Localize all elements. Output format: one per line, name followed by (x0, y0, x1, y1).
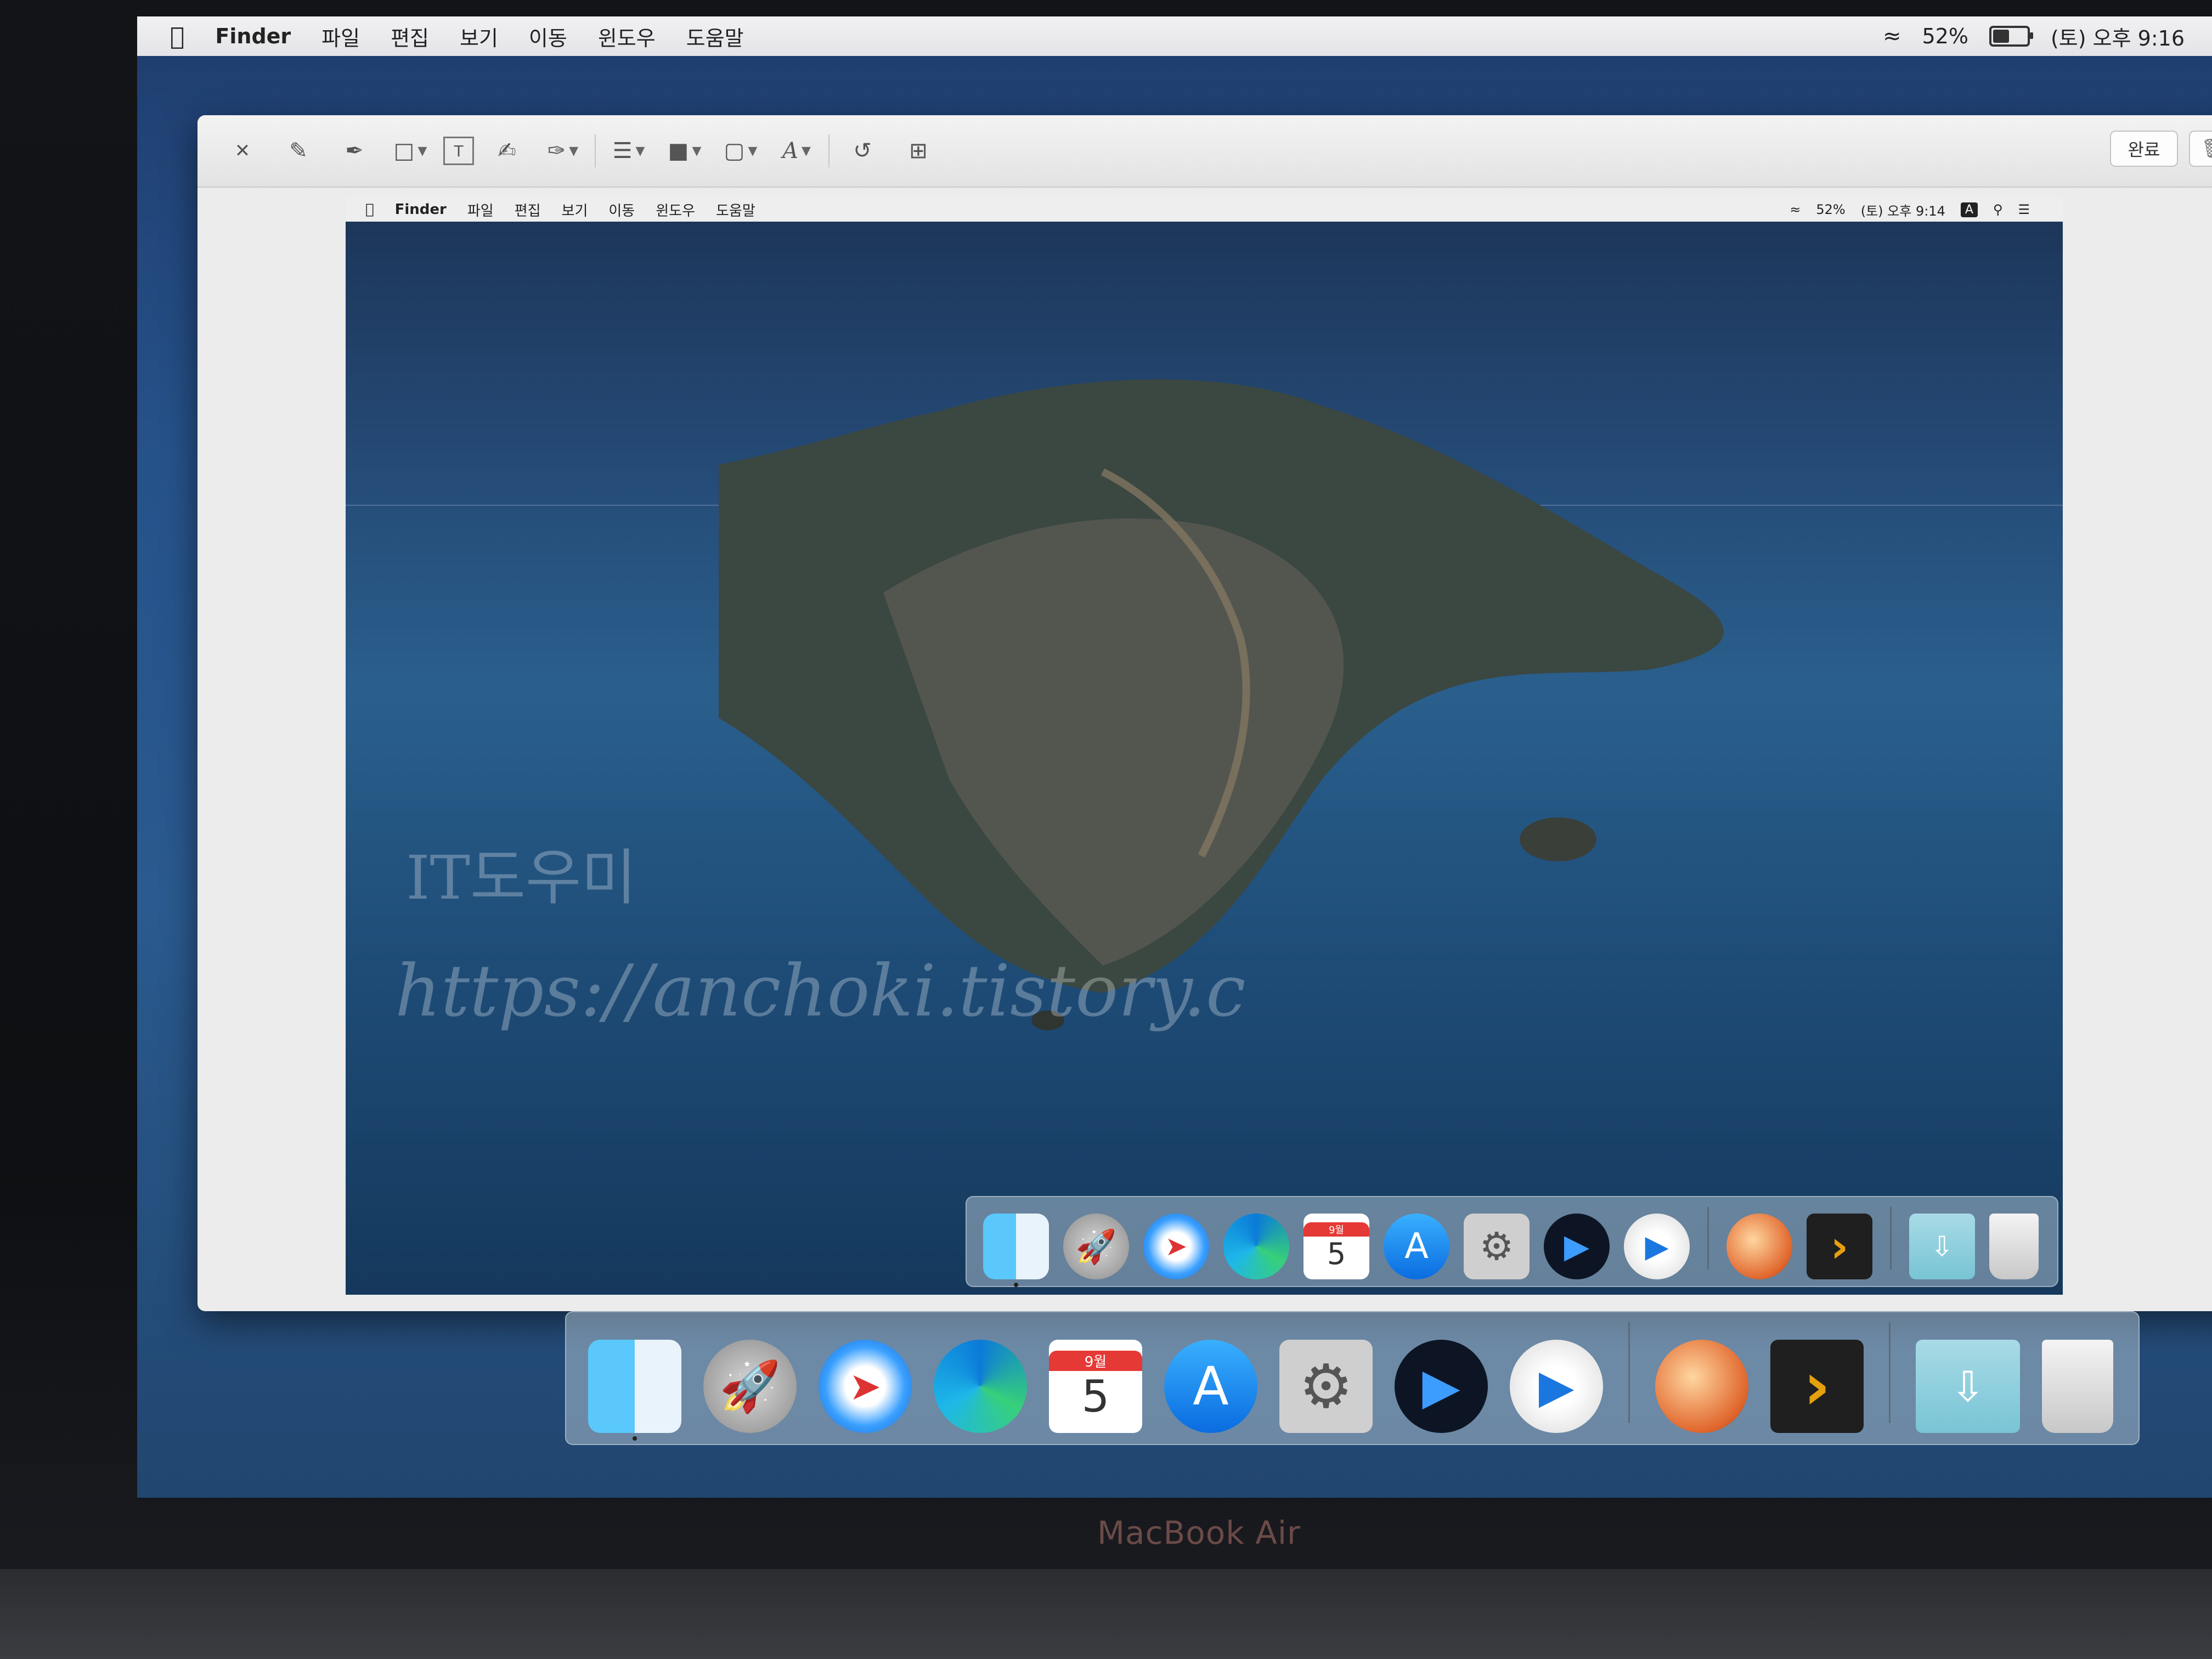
finder-icon (983, 1214, 1049, 1287)
chevron-down-icon: ▼ (635, 144, 645, 158)
wifi-icon[interactable]: ≈ (1883, 24, 1901, 49)
inner-menu-edit: 편집 (506, 202, 541, 219)
dock-separator (1889, 1322, 1891, 1423)
markup-window: ✕ ✎ ✒ □▼ T ✍ ✑▼ ☰▼ ■▼ ▢▼ A▼ ↺ ⊞ 완료 🗑 (198, 115, 2212, 1311)
system-preferences-icon: ⚙ (1464, 1214, 1530, 1279)
text-icon[interactable]: T (443, 137, 474, 165)
keyboard-edge (0, 1569, 2212, 1659)
media-player-icon: ▶ (1544, 1214, 1610, 1279)
menu-file[interactable]: 파일 (321, 21, 360, 52)
text-style-icon[interactable]: A ▼ (774, 132, 820, 170)
system-preferences-icon[interactable]: ⚙ (1279, 1340, 1373, 1433)
edge-icon[interactable] (934, 1340, 1027, 1433)
menu-help[interactable]: 도움말 (686, 21, 744, 52)
downloads-folder-icon: ⇩ (1909, 1214, 1975, 1279)
sketch-icon[interactable]: ✎ (275, 132, 321, 170)
app-store-icon: A (1384, 1214, 1449, 1279)
inner-dock: 🚀 ➤ 9월 5 A ⚙ ▶ ▶ › ⇩ (966, 1196, 2058, 1287)
device-brand-label: MacBook Air (1097, 1514, 1301, 1551)
rotate-icon[interactable]: ↺ (839, 132, 885, 170)
inner-menu-window: 윈도우 (647, 202, 695, 219)
app-store-icon[interactable]: A (1164, 1340, 1257, 1433)
plex-icon[interactable]: › (1770, 1340, 1864, 1433)
inner-menu-file: 파일 (459, 202, 494, 219)
laptop-bezel:  Finder 파일 편집 보기 이동 윈도우 도움말 ≈ 52% (토) 오… (0, 0, 2212, 1659)
running-indicator (633, 1436, 637, 1441)
inner-list-icon: ☰ (2018, 202, 2030, 217)
chevron-down-icon: ▼ (692, 144, 702, 158)
draw-icon[interactable]: ✒ (331, 132, 377, 170)
edge-icon (1223, 1214, 1289, 1279)
inner-menu-view: 보기 (552, 202, 588, 219)
inner-menu-bar:  Finder 파일 편집 보기 이동 윈도우 도움말 ≈ 52% (토) 오… (346, 198, 2063, 222)
menu-go[interactable]: 이동 (529, 21, 567, 52)
calendar-month: 9월 (1049, 1351, 1142, 1371)
screenshot-preview:  Finder 파일 편집 보기 이동 윈도우 도움말 ≈ 52% (토) 오… (346, 198, 2063, 1295)
inner-search-icon: ⚲ (1993, 202, 2003, 217)
menu-window[interactable]: 윈도우 (598, 21, 656, 52)
input-source-badge: A (1960, 202, 1978, 217)
safari-icon[interactable]: ➤ (819, 1340, 912, 1433)
chevron-down-icon: ▼ (748, 144, 758, 158)
inner-menu-go: 이동 (600, 202, 635, 219)
dock: 🚀 ➤ 9월 5 A ⚙ ▶ ▶ › ⇩ (565, 1311, 2140, 1445)
close-icon[interactable]: ✕ (219, 132, 266, 170)
apple-menu-icon[interactable]:  (170, 22, 184, 50)
delete-icon[interactable]: 🗑 (2189, 131, 2212, 167)
highlight-icon[interactable]: ✍ (484, 132, 530, 170)
shapes-icon[interactable]: □ ▼ (387, 132, 433, 170)
markup-toolbar: ✕ ✎ ✒ □▼ T ✍ ✑▼ ☰▼ ■▼ ▢▼ A▼ ↺ ⊞ 완료 🗑 (198, 115, 2212, 188)
running-indicator (1014, 1283, 1018, 1287)
inner-menu-help: 도움말 (707, 202, 755, 219)
quicktime-icon: ▶ (1624, 1214, 1690, 1279)
quicktime-icon[interactable]: ▶ (1510, 1340, 1603, 1433)
dock-separator (1890, 1207, 1892, 1269)
safari-icon: ➤ (1143, 1214, 1209, 1279)
calendar-day: 5 (1327, 1236, 1346, 1271)
trash-icon[interactable] (2042, 1340, 2113, 1433)
calendar-icon[interactable]: 9월 5 (1049, 1340, 1142, 1433)
chevron-down-icon: ▼ (801, 144, 811, 158)
chevron-down-icon: ▼ (569, 144, 579, 158)
dock-separator (1707, 1207, 1709, 1269)
calendar-icon: 9월 5 (1304, 1214, 1369, 1279)
launchpad-icon[interactable]: 🚀 (703, 1340, 797, 1433)
inner-wifi-icon: ≈ (1790, 202, 1801, 217)
watermark-url: https://anchoki.tistory.c (395, 949, 1246, 1032)
menu-view[interactable]: 보기 (460, 21, 498, 52)
basketball-icon (1726, 1214, 1792, 1279)
inner-menu-app-name: Finder (386, 201, 447, 218)
fill-color-icon[interactable]: ▢ ▼ (718, 132, 764, 170)
chevron-down-icon: ▼ (417, 144, 427, 158)
inner-clock: (토) 오후 9:14 (1860, 203, 1945, 219)
menu-bar:  Finder 파일 편집 보기 이동 윈도우 도움말 ≈ 52% (토) 오… (137, 16, 2212, 56)
toolbar-divider (595, 134, 596, 167)
sign-icon[interactable]: ✑ ▼ (540, 132, 586, 170)
menu-app-name[interactable]: Finder (215, 24, 291, 48)
plex-icon: › (1807, 1214, 1872, 1279)
launchpad-icon: 🚀 (1063, 1214, 1129, 1279)
dock-separator (1628, 1322, 1630, 1423)
battery-percent[interactable]: 52% (1922, 24, 1968, 48)
calendar-day: 5 (1081, 1371, 1110, 1422)
battery-fill (1993, 30, 2009, 43)
watermark-title: IT도우미 (406, 843, 637, 913)
media-player-icon[interactable]: ▶ (1395, 1340, 1488, 1433)
trash-icon (1989, 1214, 2039, 1279)
finder-icon[interactable] (588, 1340, 681, 1441)
menu-edit[interactable]: 편집 (391, 21, 429, 52)
crop-icon[interactable]: ⊞ (895, 132, 941, 170)
desktop-screen:  Finder 파일 편집 보기 이동 윈도우 도움말 ≈ 52% (토) 오… (137, 16, 2212, 1498)
calendar-month: 9월 (1304, 1222, 1369, 1237)
toolbar-divider (828, 134, 830, 167)
downloads-folder-icon[interactable]: ⇩ (1916, 1340, 2020, 1433)
inner-battery-percent: 52% (1816, 202, 1846, 217)
done-button[interactable]: 완료 (2110, 131, 2178, 167)
menu-clock[interactable]: (토) 오후 9:16 (2051, 21, 2185, 52)
inner-apple-icon:  (365, 201, 374, 218)
border-color-icon[interactable]: ■ ▼ (662, 132, 708, 170)
battery-icon[interactable] (1989, 26, 2033, 47)
basketball-icon[interactable] (1655, 1340, 1748, 1433)
shape-style-icon[interactable]: ☰ ▼ (606, 132, 652, 170)
